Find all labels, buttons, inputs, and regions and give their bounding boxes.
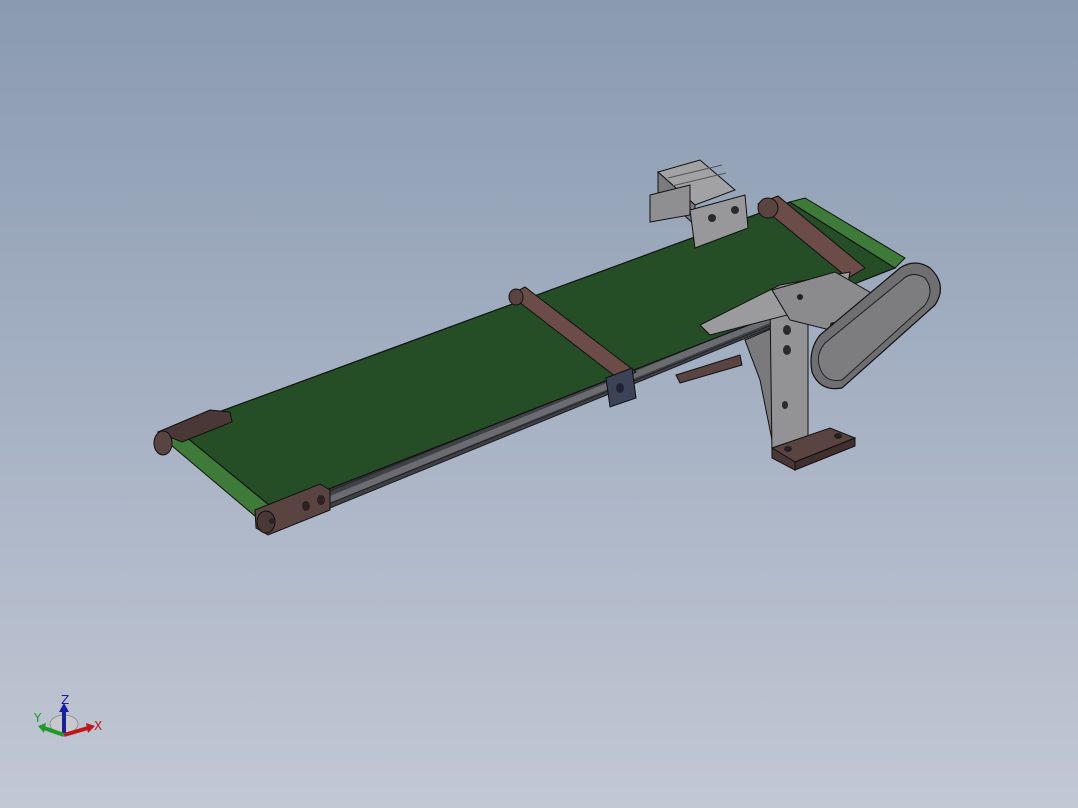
conveyor-model[interactable] xyxy=(0,0,1078,808)
x-axis-label: X xyxy=(94,719,102,733)
y-axis-label: Y xyxy=(33,711,42,725)
z-axis-label: Z xyxy=(61,693,69,707)
orientation-triad[interactable]: Z X Y xyxy=(30,690,110,760)
graphics-viewport[interactable]: Z X Y xyxy=(0,0,1078,808)
